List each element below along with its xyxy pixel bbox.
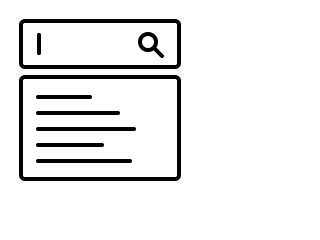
result-line — [36, 127, 136, 131]
results-panel — [19, 75, 181, 181]
result-line — [36, 95, 92, 99]
search-icon[interactable] — [137, 31, 165, 59]
result-line — [36, 143, 104, 147]
result-line — [36, 159, 132, 163]
search-input[interactable] — [19, 19, 181, 69]
text-caret — [37, 33, 41, 55]
result-line — [36, 111, 120, 115]
search-ui-icon — [0, 0, 200, 200]
